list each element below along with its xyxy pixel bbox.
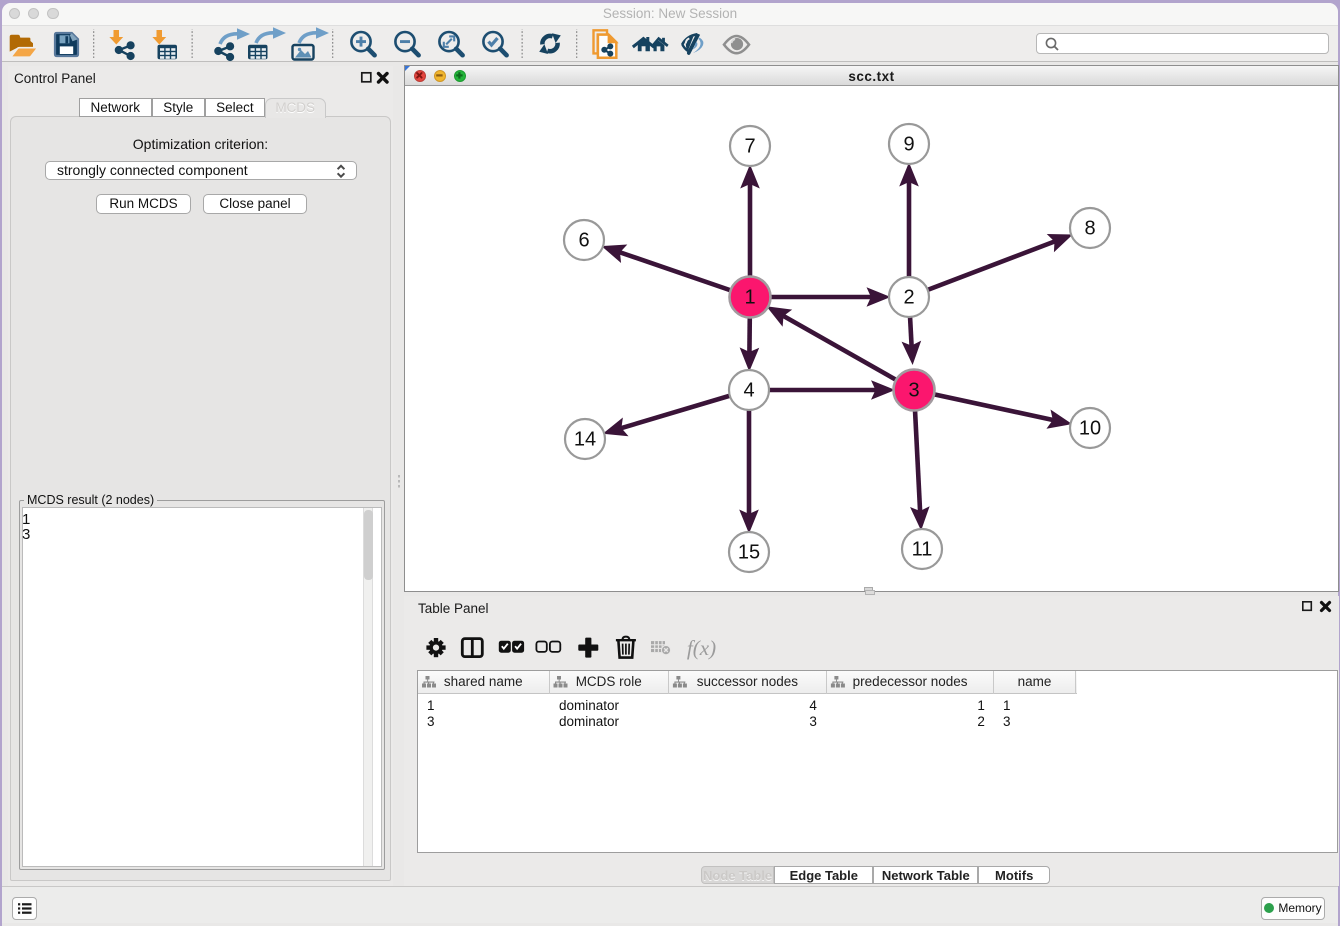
svg-text:14: 14	[574, 429, 596, 451]
svg-text:1: 1	[744, 287, 755, 309]
svg-text:10: 10	[1079, 418, 1101, 440]
svg-text:11: 11	[912, 539, 933, 561]
svg-text:2: 2	[903, 287, 914, 309]
svg-text:8: 8	[1084, 218, 1095, 240]
svg-text:3: 3	[908, 380, 919, 402]
svg-text:f(x): f(x)	[687, 636, 716, 660]
svg-text:9: 9	[903, 134, 914, 156]
svg-text:4: 4	[743, 380, 754, 402]
svg-text:7: 7	[744, 136, 755, 158]
svg-text:15: 15	[738, 542, 760, 564]
svg-text:6: 6	[578, 230, 589, 252]
